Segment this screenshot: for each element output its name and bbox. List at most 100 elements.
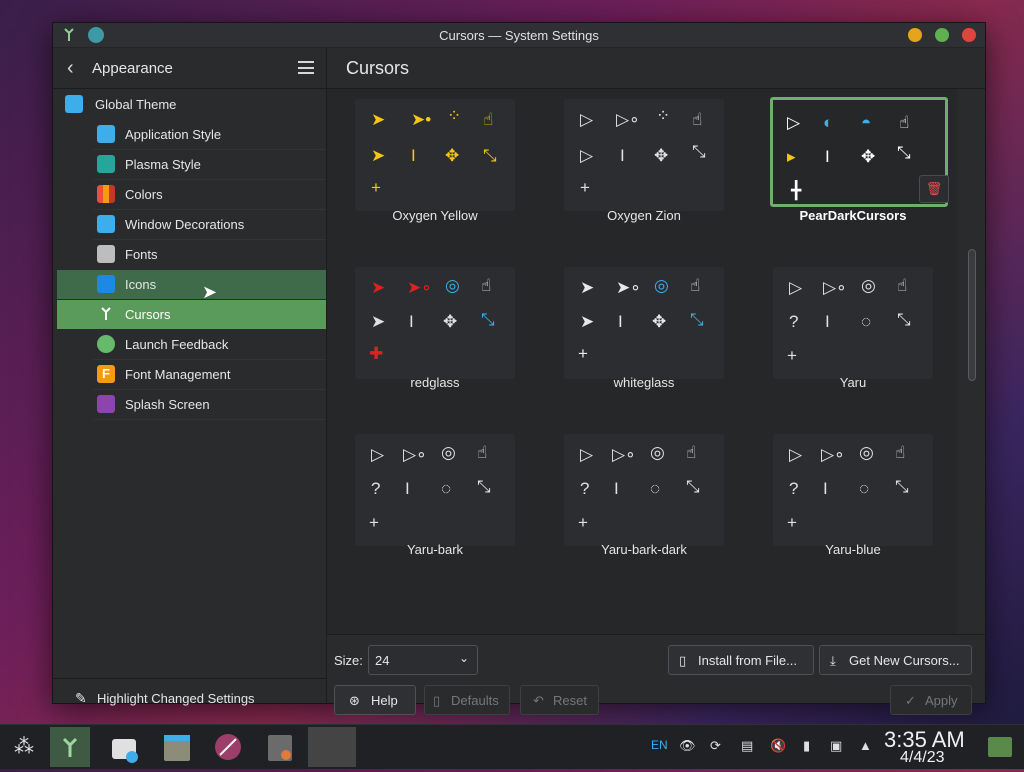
theme-tile-yaru-bark[interactable]: ▷ ▷∘ ◎ ☝ ? I ◌ ⤡ + Yaru-bark xyxy=(345,424,525,584)
theme-preview: ➤ ➤∘ ◎ ☝ ➤ I ✥ ⤡ ✚ xyxy=(355,267,515,379)
wait-cursor-icon: ◎ xyxy=(650,443,665,462)
expand-tray-icon[interactable]: ▲ xyxy=(859,738,872,753)
highlight-changed-settings-button[interactable]: ✎ Highlight Changed Settings xyxy=(75,690,255,706)
resize-cursor-icon: ⤡ xyxy=(686,477,700,496)
get-new-label: Get New Cursors... xyxy=(849,653,960,668)
sidebar-item-launch-feedback[interactable]: Launch Feedback xyxy=(57,330,326,359)
apply-button[interactable]: ✓ Apply xyxy=(890,685,972,715)
system-settings-icon[interactable] xyxy=(50,727,90,767)
usb-icon[interactable]: ▮ xyxy=(803,738,810,754)
theme-tile-oxygen-zion[interactable]: ▷ ▷∘ ⁘ ☝ ▷ I ✥ ⤡ + Oxygen Zion xyxy=(554,89,734,249)
theme-tile-oxygen-yellow[interactable]: ➤ ➤• ⁘ ☝ ➤ I ✥ ⤡ + Oxygen Yellow xyxy=(345,89,525,249)
fonts-icon xyxy=(97,245,115,263)
blank-app-icon[interactable] xyxy=(308,727,356,767)
crosshair-cursor-icon: + xyxy=(787,346,797,365)
volume-muted-icon[interactable]: 🔇 xyxy=(770,738,786,754)
wait-cursor-icon: ◓ xyxy=(861,113,872,132)
theme-tile-yaru-blue[interactable]: ▷ ▷∘ ◎ ☝ ? I ◌ ⤡ + Yaru-blue xyxy=(763,424,943,584)
show-desktop-icon[interactable] xyxy=(982,727,1018,767)
help-cursor-icon: ▸ xyxy=(787,147,796,166)
text-cursor-icon: I xyxy=(409,312,414,331)
discover-store-icon[interactable] xyxy=(104,727,144,767)
arrow-cursor-icon: ▷ xyxy=(580,110,594,129)
theme-tile-yaru-bark-dark[interactable]: ▷ ▷∘ ◎ ☝ ? I ◌ ⤡ + Yaru-bark-dark xyxy=(554,424,734,584)
theme-name: Yaru-bark-dark xyxy=(601,542,687,557)
hand-cursor-icon: ☝ xyxy=(690,276,701,295)
help-cursor-icon: ➤ xyxy=(371,312,386,331)
update-icon[interactable]: ⟳ xyxy=(710,738,721,754)
install-from-file-button[interactable]: ▯ Install from File... xyxy=(668,645,814,675)
trash-icon[interactable]: 🗑 xyxy=(919,175,949,203)
arrow-cursor-icon: ▷ xyxy=(580,445,594,464)
font-management-icon: F xyxy=(97,365,115,383)
sidebar-item-window-decorations[interactable]: Window Decorations xyxy=(57,210,326,239)
theme-preview: ▷ ▷∘ ◎ ☝ ? I ◌ ⤡ + xyxy=(355,434,515,546)
arrow-cursor-icon: ➤ xyxy=(371,110,386,129)
keyboard-layout[interactable]: EN xyxy=(651,738,668,752)
sidebar-item-label: Cursors xyxy=(125,307,171,322)
help-button[interactable]: ⊛ Help xyxy=(334,685,416,715)
wait-cursor-icon: ◎ xyxy=(445,276,460,295)
defaults-button[interactable]: ▯ Defaults xyxy=(424,685,510,715)
sidebar-item-icons[interactable]: Icons xyxy=(57,270,326,299)
wait-cursor-icon: ◎ xyxy=(654,276,669,295)
close-button[interactable] xyxy=(962,28,976,42)
crosshair-cursor-icon: ╋ xyxy=(791,181,802,200)
scrollbar-thumb[interactable] xyxy=(968,249,976,381)
sidebar-item-global-theme[interactable]: Global Theme xyxy=(57,90,326,119)
sidebar-item-plasma-style[interactable]: Plasma Style xyxy=(57,150,326,179)
theme-tile-peardarkcursors[interactable]: ▷ ◐ ◓ ☝ ▸ I ✥ ⤡ ╋ 🗑 PearDarkCursors xyxy=(763,89,949,249)
arrow-cursor-icon: ▷ xyxy=(789,278,803,297)
reset-button[interactable]: ↶ Reset xyxy=(520,685,599,715)
get-new-cursors-button[interactable]: ⤓ Get New Cursors... xyxy=(819,645,972,675)
theme-tile-whiteglass[interactable]: ➤ ➤∘ ◎ ☝ ➤ I ✥ ⤡ + whiteglass xyxy=(554,257,734,417)
sidebar-item-application-style[interactable]: Application Style xyxy=(57,120,326,149)
sidebar-item-cursors[interactable]: Cursors xyxy=(57,300,326,329)
eye-icon[interactable]: 👁 xyxy=(679,738,696,754)
clock-date[interactable]: 4/4/23 xyxy=(900,749,944,767)
help-cursor-icon: ➤ xyxy=(371,146,386,165)
clipboard-icon[interactable]: ▤ xyxy=(741,738,753,754)
sidebar-item-font-management[interactable]: F Font Management xyxy=(57,360,326,389)
hamburger-icon[interactable] xyxy=(298,61,314,74)
sidebar-item-label: Colors xyxy=(125,187,163,202)
sidebar-item-label: Font Management xyxy=(125,367,231,382)
theme-tile-yaru[interactable]: ▷ ▷∘ ◎ ☝ ? I ◌ ⤡ + Yaru xyxy=(763,257,943,417)
wait-cursor-icon: ◎ xyxy=(441,443,456,462)
sidebar-item-label: Splash Screen xyxy=(125,397,210,412)
move-cursor-icon: ◌ xyxy=(650,479,661,498)
sidebar-item-colors[interactable]: Colors xyxy=(57,180,326,209)
move-cursor-icon: ✥ xyxy=(652,312,667,331)
file-manager-icon[interactable] xyxy=(156,727,196,767)
title-bar[interactable]: Cursors — System Settings xyxy=(53,23,985,48)
web-browser-icon[interactable] xyxy=(208,727,248,767)
text-cursor-icon: I xyxy=(614,479,619,498)
theme-name: PearDarkCursors xyxy=(799,208,907,223)
plasma-style-icon xyxy=(97,155,115,173)
chevron-left-icon[interactable]: ‹ xyxy=(67,57,74,80)
sidebar-item-label: Plasma Style xyxy=(125,157,201,172)
text-cursor-icon: I xyxy=(825,147,830,166)
scrollbar[interactable] xyxy=(958,89,985,634)
wait-cursor-icon: ⁘ xyxy=(656,106,671,125)
window-decorations-icon xyxy=(97,215,115,233)
busy-cursor-icon: ▷∘ xyxy=(612,445,636,464)
theme-tile-redglass[interactable]: ➤ ➤∘ ◎ ☝ ➤ I ✥ ⤡ ✚ redglass xyxy=(345,257,525,417)
sidebar-item-splash-screen[interactable]: Splash Screen xyxy=(57,390,326,419)
maximize-button[interactable] xyxy=(935,28,949,42)
minimize-button[interactable] xyxy=(908,28,922,42)
resize-cursor-icon: ⤡ xyxy=(477,477,491,496)
settings-utility-icon[interactable] xyxy=(260,727,300,767)
application-launcher-icon[interactable]: ⁂ xyxy=(4,727,44,767)
sidebar-item-fonts[interactable]: Fonts xyxy=(57,240,326,269)
busy-cursor-icon: ▷∘ xyxy=(821,445,845,464)
size-select[interactable]: 24 ⌄ xyxy=(368,645,478,675)
resize-cursor-icon: ⤡ xyxy=(897,143,911,162)
sidebar: ‹ Appearance Global Theme Application St… xyxy=(53,48,327,706)
screen-icon[interactable]: ▣ xyxy=(830,738,842,754)
arrow-cursor-icon: ▷ xyxy=(789,445,803,464)
wait-cursor-icon: ⁘ xyxy=(447,106,462,125)
sidebar-item-label: Fonts xyxy=(125,247,158,262)
defaults-label: Defaults xyxy=(451,693,499,708)
help-cursor-icon: ▷ xyxy=(580,146,594,165)
